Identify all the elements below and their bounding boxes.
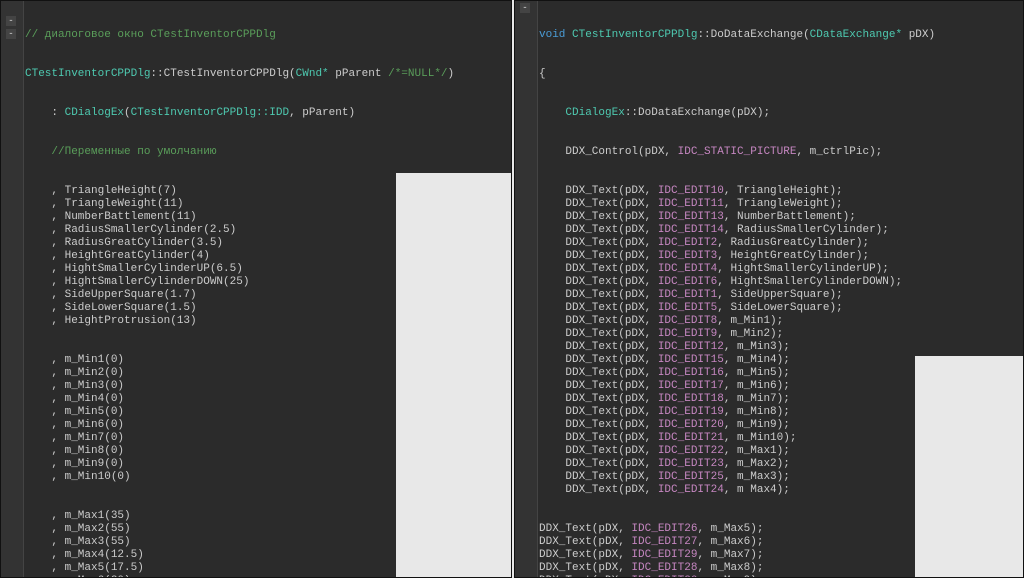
gutter-right: -	[515, 1, 538, 577]
ddx-line: DDX_Text(pDX, IDC_EDIT8, m_Min1);	[539, 315, 1023, 328]
code-pane-right[interactable]: - void CTestInventorCPPDlg::DoDataExchan…	[514, 0, 1024, 578]
bg-notch	[915, 356, 1024, 578]
ddx-line: DDX_Text(pDX, IDC_EDIT10, TriangleHeight…	[539, 185, 1023, 198]
ddx-line: DDX_Text(pDX, IDC_EDIT6, HightSmallerCyl…	[539, 276, 1023, 289]
ddx-line: DDX_Text(pDX, IDC_EDIT13, NumberBattleme…	[539, 211, 1023, 224]
ddx-line: DDX_Text(pDX, IDC_EDIT1, SideUpperSquare…	[539, 289, 1023, 302]
ddx-line: DDX_Text(pDX, IDC_EDIT4, HightSmallerCyl…	[539, 263, 1023, 276]
ddx-line: DDX_Text(pDX, IDC_EDIT3, HeightGreatCyli…	[539, 250, 1023, 263]
ddx-line: DDX_Text(pDX, IDC_EDIT9, m_Min2);	[539, 328, 1023, 341]
fold-icon[interactable]: -	[6, 29, 16, 39]
fold-icon[interactable]: -	[520, 3, 530, 13]
ddx-line: DDX_Text(pDX, IDC_EDIT14, RadiusSmallerC…	[539, 224, 1023, 237]
editor-container: - - // диалоговое окно CTestInventorCPPD…	[0, 0, 1024, 576]
fold-icon[interactable]: -	[6, 16, 16, 26]
comment: // диалоговое окно CTestInventorCPPDlg	[25, 29, 276, 41]
bg-notch	[396, 173, 512, 577]
ddx-line: DDX_Text(pDX, IDC_EDIT11, TriangleWeight…	[539, 198, 1023, 211]
gutter-left: - -	[1, 1, 24, 577]
ddx-line: DDX_Text(pDX, IDC_EDIT2, RadiusGreatCyli…	[539, 237, 1023, 250]
ddx-line: DDX_Text(pDX, IDC_EDIT5, SideLowerSquare…	[539, 302, 1023, 315]
ddx-line: DDX_Text(pDX, IDC_EDIT12, m_Min3);	[539, 341, 1023, 354]
code-pane-left[interactable]: - - // диалоговое окно CTestInventorCPPD…	[0, 0, 512, 578]
